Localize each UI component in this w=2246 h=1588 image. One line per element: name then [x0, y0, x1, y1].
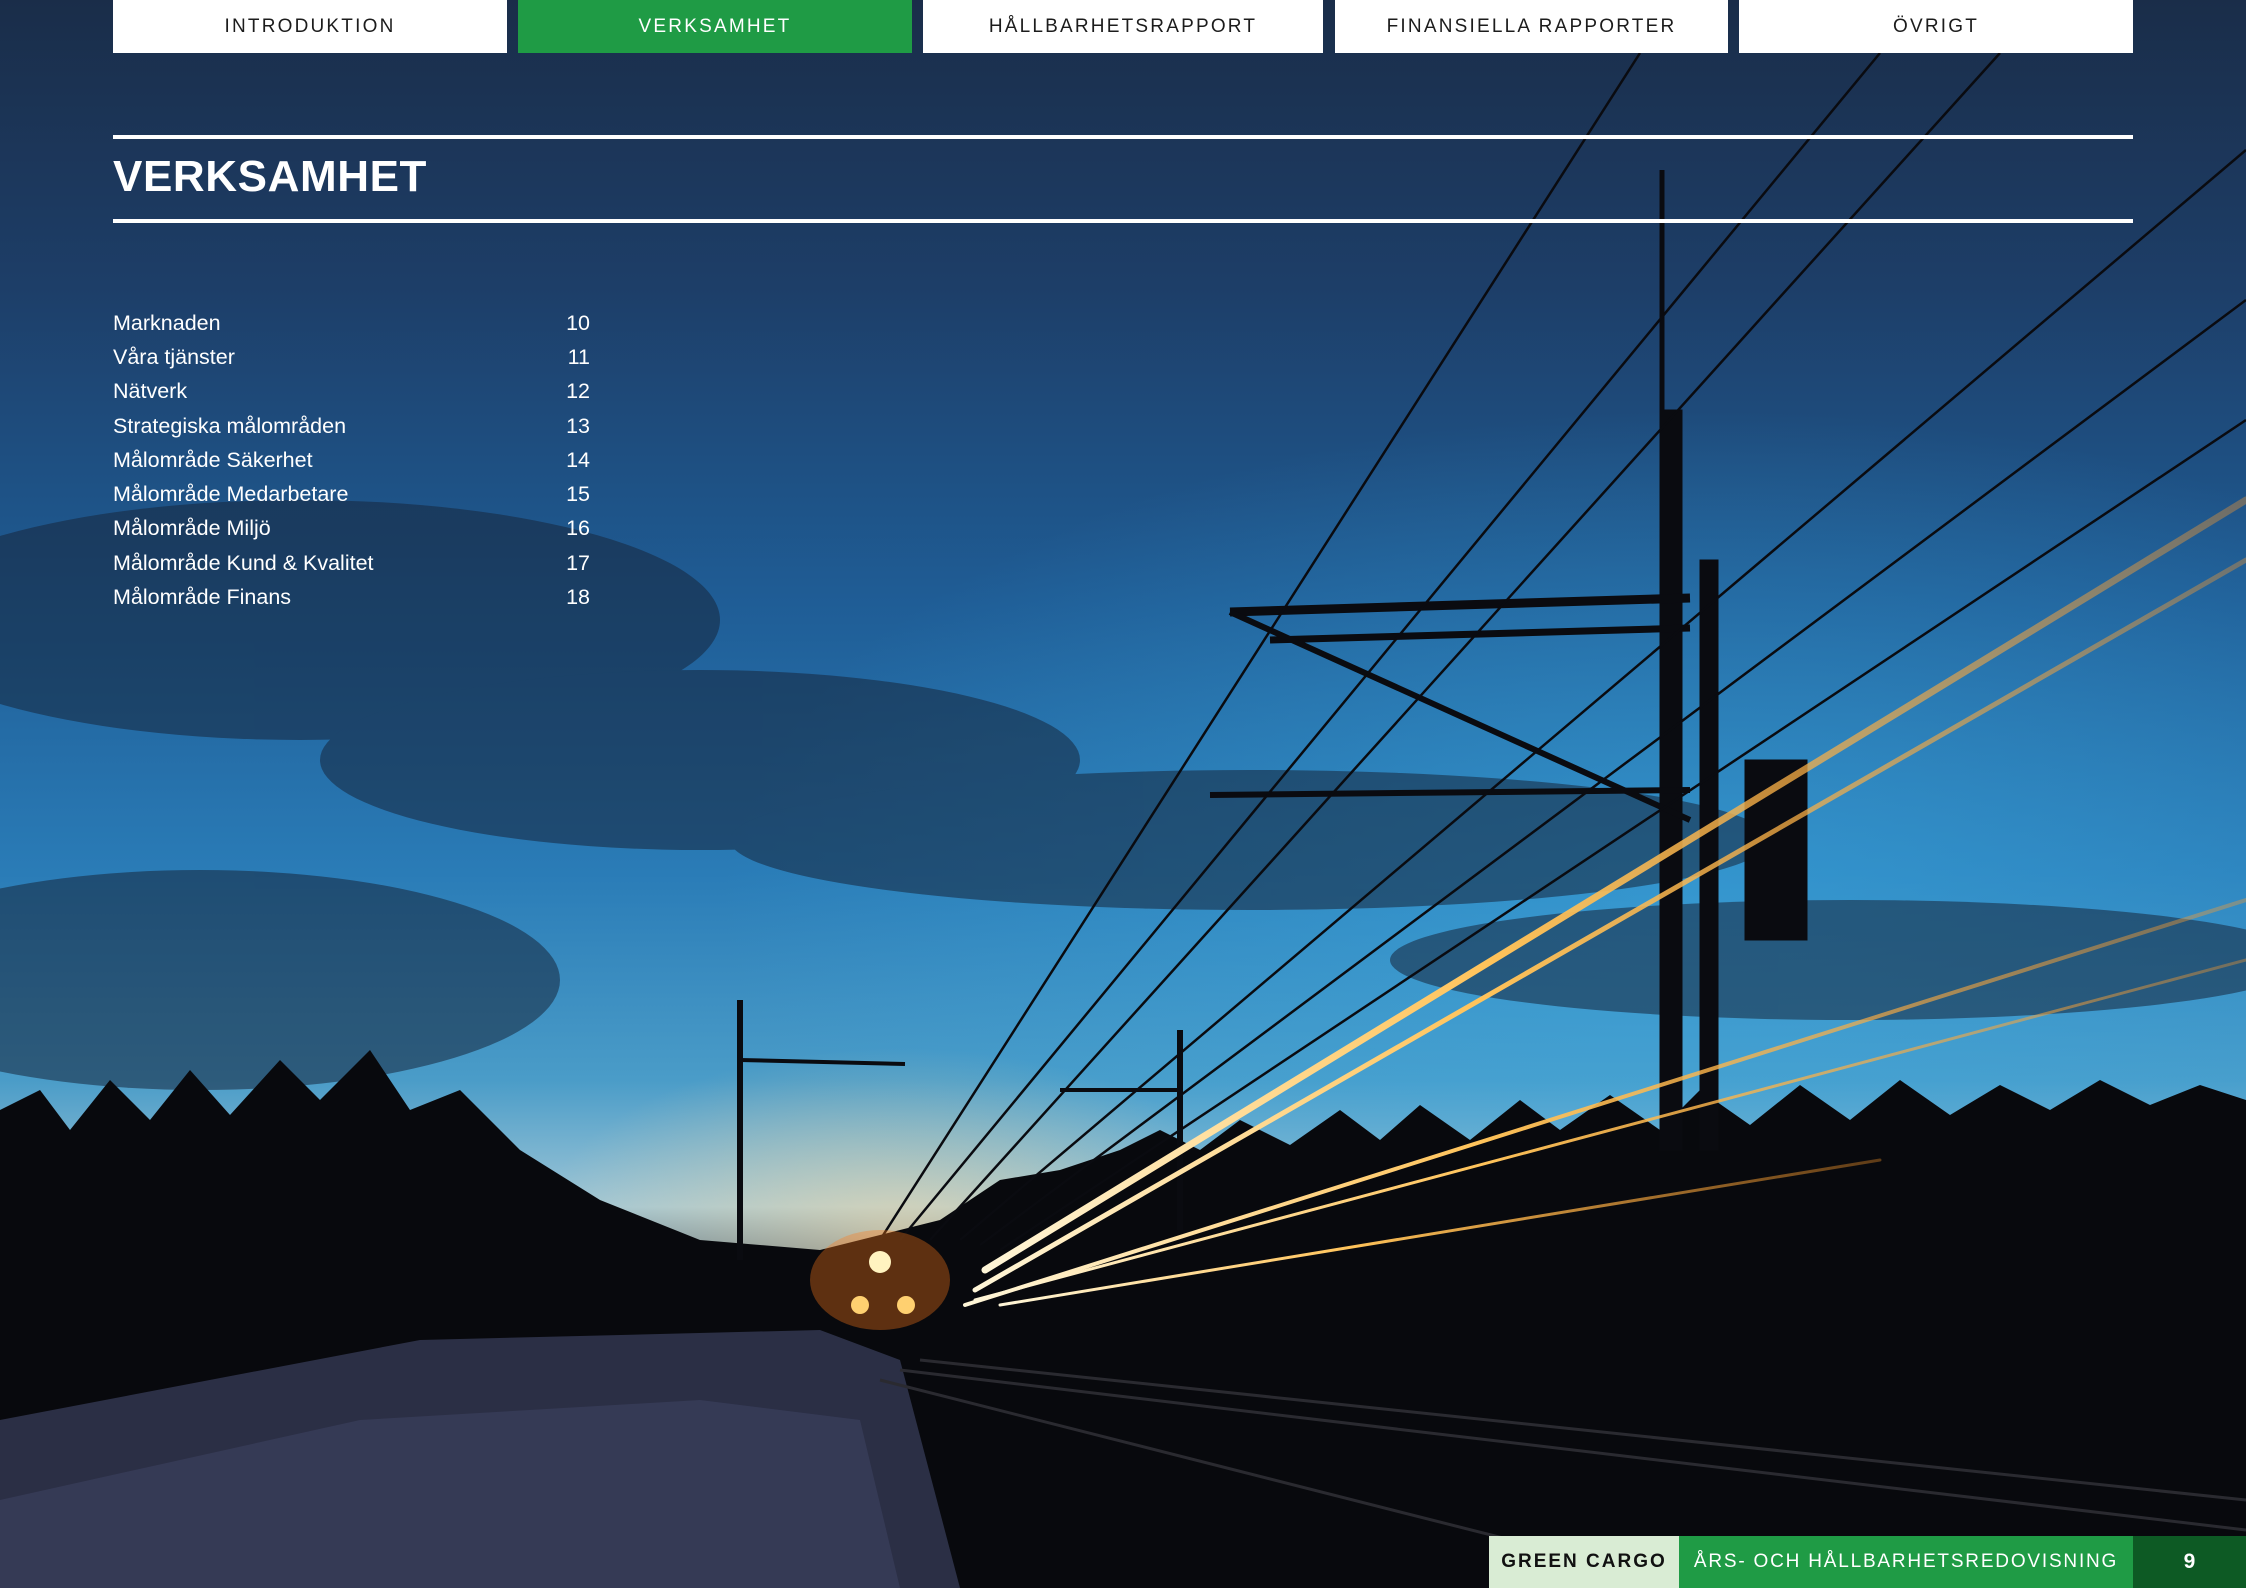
top-navigation: INTRODUKTION VERKSAMHET HÅLLBARHETSRAPPO…	[0, 0, 2246, 53]
tab-finansiella-rapporter[interactable]: FINANSIELLA RAPPORTER	[1335, 0, 1728, 53]
background-photo-train-at-dusk	[0, 0, 2246, 1588]
page-footer: GREEN CARGO ÅRS- OCH HÅLLBARHETSREDOVISN…	[1489, 1536, 2246, 1588]
toc-item-label: Marknaden	[113, 310, 221, 335]
tab-verksamhet[interactable]: VERKSAMHET	[518, 0, 912, 53]
toc-item-label: Målområde Miljö	[113, 516, 271, 541]
tab-introduktion[interactable]: INTRODUKTION	[113, 0, 507, 53]
toc-item-label: Målområde Medarbetare	[113, 482, 349, 507]
toc-item-label: Strategiska målområden	[113, 413, 347, 438]
toc-item-page: 18	[566, 585, 590, 610]
toc-item-vara-tjanster[interactable]: Våra tjänster 11	[113, 340, 590, 374]
toc-item-label: Nätverk	[113, 379, 188, 404]
toc-item-page: 12	[566, 379, 590, 404]
toc-item-page: 11	[567, 344, 590, 369]
toc-item-label: Målområde Kund & Kvalitet	[113, 550, 374, 575]
toc-item-page: 14	[566, 447, 590, 472]
overhead-wires	[878, 52, 2246, 1252]
train-headlights	[810, 1230, 950, 1330]
footer-page-number: 9	[2133, 1536, 2246, 1588]
section-title: VERKSAMHET	[113, 152, 428, 201]
toc-item-page: 13	[566, 413, 590, 438]
toc-item-strategiska-malomraden[interactable]: Strategiska målområden 13	[113, 409, 590, 443]
table-of-contents: Marknaden 10 Våra tjänster 11 Nätverk 12…	[113, 306, 590, 615]
toc-item-sakerhet[interactable]: Målområde Säkerhet 14	[113, 443, 590, 477]
toc-item-page: 15	[566, 482, 590, 507]
footer-brand: GREEN CARGO	[1489, 1536, 1679, 1588]
toc-item-marknaden[interactable]: Marknaden 10	[113, 306, 590, 340]
section-bottom-rule	[113, 219, 2133, 223]
toc-item-kund-kvalitet[interactable]: Målområde Kund & Kvalitet 17	[113, 546, 590, 580]
toc-item-label: Våra tjänster	[113, 344, 235, 369]
section-top-rule	[113, 135, 2133, 139]
toc-item-medarbetare[interactable]: Målområde Medarbetare 15	[113, 477, 590, 511]
railway-scene	[0, 52, 2246, 1588]
toc-item-miljo[interactable]: Målområde Miljö 16	[113, 512, 590, 546]
toc-item-page: 10	[566, 310, 590, 335]
toc-item-label: Målområde Säkerhet	[113, 447, 313, 472]
tab-hallbarhetsrapport[interactable]: HÅLLBARHETSRAPPORT	[923, 0, 1323, 53]
tab-ovrigt[interactable]: ÖVRIGT	[1739, 0, 2133, 53]
toc-item-page: 17	[566, 550, 590, 575]
footer-document-title: ÅRS- OCH HÅLLBARHETSREDOVISNING	[1679, 1536, 2133, 1588]
toc-item-finans[interactable]: Målområde Finans 18	[113, 580, 590, 614]
toc-item-label: Målområde Finans	[113, 585, 292, 610]
toc-item-natverk[interactable]: Nätverk 12	[113, 375, 590, 409]
toc-item-page: 16	[566, 516, 590, 541]
